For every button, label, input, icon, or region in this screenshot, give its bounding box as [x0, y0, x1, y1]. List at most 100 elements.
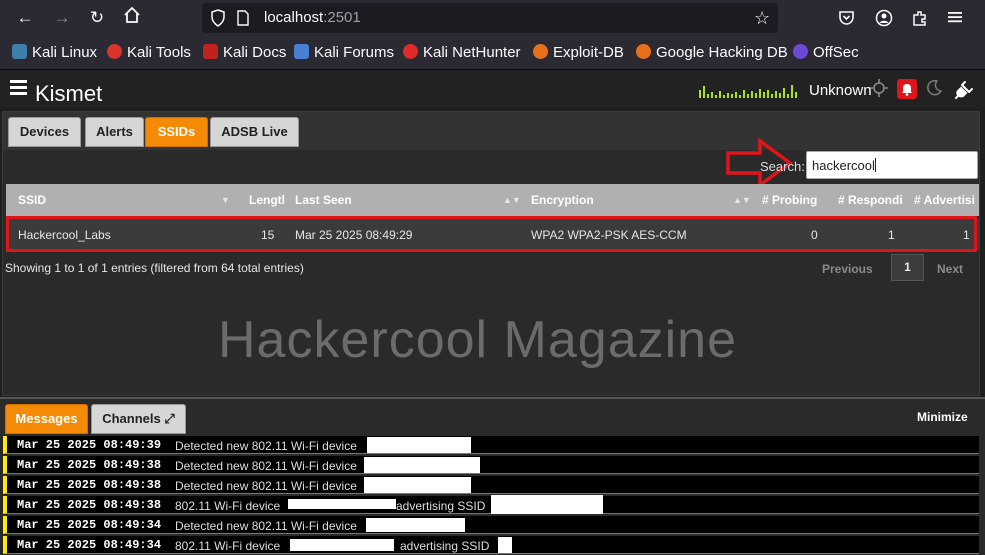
tab-devices[interactable]: Devices	[8, 117, 81, 147]
bookmark-label: Exploit-DB	[553, 44, 624, 61]
message-time: Mar 25 2025 08:49:38	[17, 458, 162, 472]
app-brand: Kismet	[10, 77, 102, 107]
tab-adsb-live[interactable]: ADSB Live	[210, 117, 299, 147]
redaction-box	[491, 495, 603, 514]
reload-icon[interactable]: ↻	[85, 6, 109, 30]
offsec-icon	[793, 44, 808, 59]
sort-icon: ▲▼	[503, 195, 521, 205]
column-ssid[interactable]: SSID	[18, 193, 138, 207]
kali-linux-icon	[12, 44, 27, 59]
bookmark-label: Google Hacking DB	[656, 44, 788, 61]
tab-channels[interactable]: Channels ⤢	[91, 404, 186, 434]
text-cursor	[875, 158, 876, 172]
url-port: :2501	[323, 9, 361, 26]
column-last-seen[interactable]: Last Seen	[295, 193, 405, 207]
gps-status-text: Unknown	[809, 82, 872, 99]
google-hacking-db-icon	[636, 44, 651, 59]
message-time: Mar 25 2025 08:49:38	[17, 498, 162, 512]
bookmark-star-icon[interactable]: ☆	[754, 8, 770, 29]
message-suffix: advertising SSID	[400, 539, 490, 553]
message-row: Mar 25 2025 08:49:34 802.11 Wi-Fi device…	[3, 536, 979, 554]
pocket-icon[interactable]	[838, 9, 855, 31]
redaction-box	[290, 539, 394, 551]
bookmarks-bar: Kali Linux Kali Tools Kali Docs Kali For…	[0, 36, 985, 70]
bookmark-kali-nethunter[interactable]: Kali NetHunter	[403, 44, 521, 61]
message-text: Detected new 802.11 Wi-Fi device	[175, 459, 357, 473]
column-responding[interactable]: # Respondi	[838, 193, 908, 207]
alert-bell-icon[interactable]	[897, 79, 917, 99]
tab-channels-label: Channels	[102, 411, 161, 426]
pagination-previous[interactable]: Previous	[822, 262, 873, 276]
column-probing[interactable]: # Probing	[762, 193, 834, 207]
app-header: Kismet Unknown	[0, 71, 985, 108]
search-label: Search:	[760, 159, 805, 174]
table-info: Showing 1 to 1 of 1 entries (filtered fr…	[5, 261, 304, 275]
messages-panel: Messages Channels ⤢ Minimize Mar 25 2025…	[0, 397, 985, 555]
message-text: 802.11 Wi-Fi device	[175, 539, 281, 553]
bookmark-label: OffSec	[813, 44, 859, 61]
bookmark-kali-tools[interactable]: Kali Tools	[107, 44, 191, 61]
hamburger-menu-icon[interactable]	[10, 77, 27, 98]
power-plug-icon[interactable]	[953, 79, 973, 99]
dark-mode-moon-icon[interactable]	[925, 79, 945, 99]
pagination-next[interactable]: Next	[937, 262, 963, 276]
packet-rate-sparkline-icon	[699, 85, 797, 98]
tab-ssids[interactable]: SSIDs	[145, 117, 208, 147]
address-bar[interactable]: localhost:2501 ☆	[202, 3, 778, 33]
kali-tools-icon	[107, 44, 122, 59]
home-icon[interactable]	[120, 6, 144, 30]
row-highlight-box	[6, 216, 977, 252]
bookmark-google-hacking-db[interactable]: Google Hacking DB	[636, 44, 788, 61]
page-info-icon[interactable]	[236, 10, 250, 31]
kali-forums-icon	[294, 44, 309, 59]
message-time: Mar 25 2025 08:49:34	[17, 518, 162, 532]
message-text: Detected new 802.11 Wi-Fi device	[175, 439, 357, 453]
column-encryption[interactable]: Encryption	[531, 193, 641, 207]
message-row: Mar 25 2025 08:49:38 Detected new 802.11…	[3, 476, 979, 494]
bookmark-kali-docs[interactable]: Kali Docs	[203, 44, 286, 61]
redaction-box	[364, 457, 480, 473]
bookmark-label: Kali NetHunter	[423, 44, 521, 61]
message-row: Mar 25 2025 08:49:38 Detected new 802.11…	[3, 456, 979, 474]
message-row: Mar 25 2025 08:49:38 802.11 Wi-Fi device…	[3, 495, 979, 514]
bookmark-exploit-db[interactable]: Exploit-DB	[533, 44, 624, 61]
extensions-icon[interactable]	[911, 9, 929, 32]
shield-icon[interactable]	[210, 9, 226, 32]
gps-crosshair-icon[interactable]	[870, 79, 890, 99]
main-panel: Devices Alerts SSIDs ADSB Live Search: h…	[2, 111, 980, 396]
message-time: Mar 25 2025 08:49:39	[17, 438, 162, 452]
bookmark-kali-linux[interactable]: Kali Linux	[12, 44, 97, 61]
message-text: Detected new 802.11 Wi-Fi device	[175, 519, 357, 533]
minimize-button[interactable]: Minimize	[917, 410, 968, 424]
message-row: Mar 25 2025 08:49:34 Detected new 802.11…	[3, 516, 979, 534]
tab-alerts[interactable]: Alerts	[85, 117, 144, 147]
search-input[interactable]: hackercool	[806, 151, 978, 179]
column-length[interactable]: Lengtl	[249, 193, 286, 207]
tab-messages[interactable]: Messages	[5, 404, 88, 434]
bookmark-offsec[interactable]: OffSec	[793, 44, 859, 61]
column-advertising[interactable]: # Advertisi	[914, 193, 979, 207]
url-text: localhost:2501	[264, 9, 361, 26]
bookmark-kali-forums[interactable]: Kali Forums	[294, 44, 394, 61]
exploit-db-icon	[533, 44, 548, 59]
bookmark-label: Kali Linux	[32, 44, 98, 61]
redaction-box	[288, 499, 396, 509]
url-host: localhost	[264, 9, 324, 26]
watermark-text: Hackercool Magazine	[218, 311, 738, 369]
forward-icon[interactable]: →	[50, 6, 74, 30]
bookmark-label: Kali Docs	[223, 44, 287, 61]
table-header: SSID ▼ Lengtl Last Seen ▲▼ Encryption ▲▼…	[6, 184, 979, 216]
menu-icon[interactable]	[946, 8, 964, 31]
kismet-app: Kismet Unknown Devices Alerts SSIDs ADSB…	[0, 71, 985, 555]
sort-icon: ▲▼	[733, 195, 751, 205]
redaction-box	[364, 477, 471, 493]
account-icon[interactable]	[875, 9, 893, 32]
search-value: hackercool	[812, 158, 875, 173]
bookmark-label: Kali Tools	[127, 44, 191, 61]
message-time: Mar 25 2025 08:49:38	[17, 478, 162, 492]
redaction-box	[367, 437, 471, 453]
app-title: Kismet	[35, 81, 103, 106]
pagination-current-page[interactable]: 1	[891, 254, 924, 281]
message-row: Mar 25 2025 08:49:39 Detected new 802.11…	[3, 436, 979, 454]
back-icon[interactable]: ←	[13, 6, 37, 30]
